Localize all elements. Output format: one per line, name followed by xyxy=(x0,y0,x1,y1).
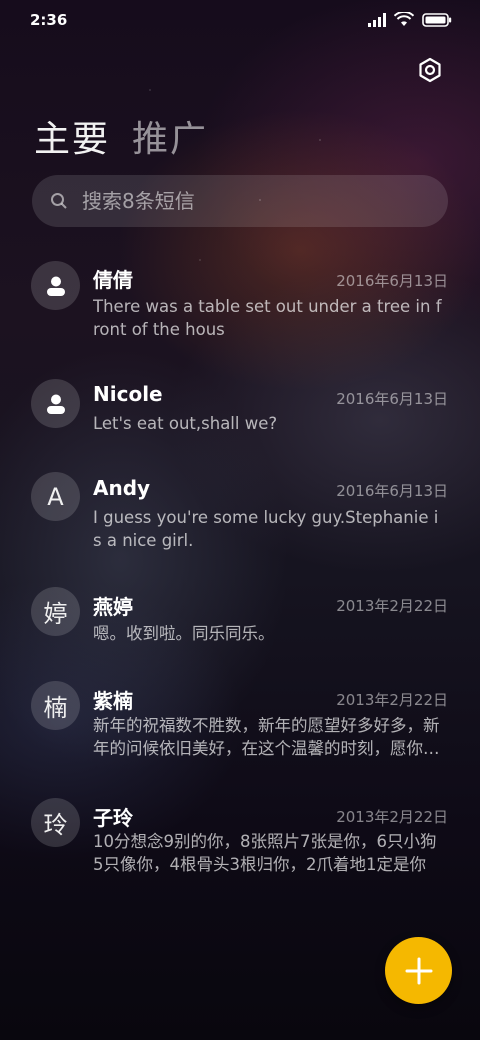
message-preview: 新年的祝福数不胜数，新年的愿望好多好多，新年的问候依旧美好，在这个温馨的时刻，愿… xyxy=(93,716,440,758)
avatar: A xyxy=(31,472,80,521)
message-preview: I guess you're some lucky guy.Stephanie … xyxy=(93,508,439,550)
search-icon xyxy=(51,193,67,209)
status-bar: 2:36 xyxy=(0,0,480,40)
tab-primary[interactable]: 主要 xyxy=(34,110,110,162)
message-preview: Let's eat out,shall we? xyxy=(93,414,278,433)
avatar: 楠 xyxy=(31,681,80,730)
plus-icon xyxy=(405,957,432,984)
contact-name: 倩倩 xyxy=(93,268,133,292)
contact-name: Andy xyxy=(93,476,151,500)
message-preview: There was a table set out under a tree i… xyxy=(93,297,442,339)
gear-icon xyxy=(419,57,441,83)
contact-name: Nicole xyxy=(93,382,163,406)
wifi-icon xyxy=(394,12,414,26)
message-preview: 10分想念9别的你，8张照片7张是你，6只小狗5只像你，4根骨头3根归你，2爪着… xyxy=(93,832,437,874)
signal-icon xyxy=(368,12,386,27)
new-message-button[interactable] xyxy=(385,937,452,1004)
status-time: 2:36 xyxy=(30,11,68,29)
battery-icon xyxy=(422,12,452,27)
message-date: 2013年2月22日 xyxy=(336,808,448,826)
message-date: 2016年6月13日 xyxy=(336,272,448,290)
message-date: 2013年2月22日 xyxy=(336,691,448,709)
category-tabs: 主要 推广 xyxy=(34,110,208,162)
contact-name: 燕婷 xyxy=(93,595,133,619)
settings-button[interactable] xyxy=(416,56,444,84)
avatar: 婷 xyxy=(31,587,80,636)
person-icon xyxy=(46,394,65,414)
message-date: 2016年6月13日 xyxy=(336,482,448,500)
tab-promotions[interactable]: 推广 xyxy=(132,110,208,162)
avatar: 玲 xyxy=(31,798,80,847)
message-date: 2016年6月13日 xyxy=(336,390,448,408)
search-input[interactable] xyxy=(82,189,412,213)
contact-name: 子玲 xyxy=(93,806,133,830)
message-date: 2013年2月22日 xyxy=(336,597,448,615)
message-preview: 嗯。收到啦。同乐同乐。 xyxy=(93,624,275,643)
search-bar[interactable] xyxy=(32,175,448,227)
contact-name: 紫楠 xyxy=(93,689,133,713)
avatar xyxy=(31,379,80,428)
person-icon xyxy=(46,276,65,296)
avatar xyxy=(31,261,80,310)
